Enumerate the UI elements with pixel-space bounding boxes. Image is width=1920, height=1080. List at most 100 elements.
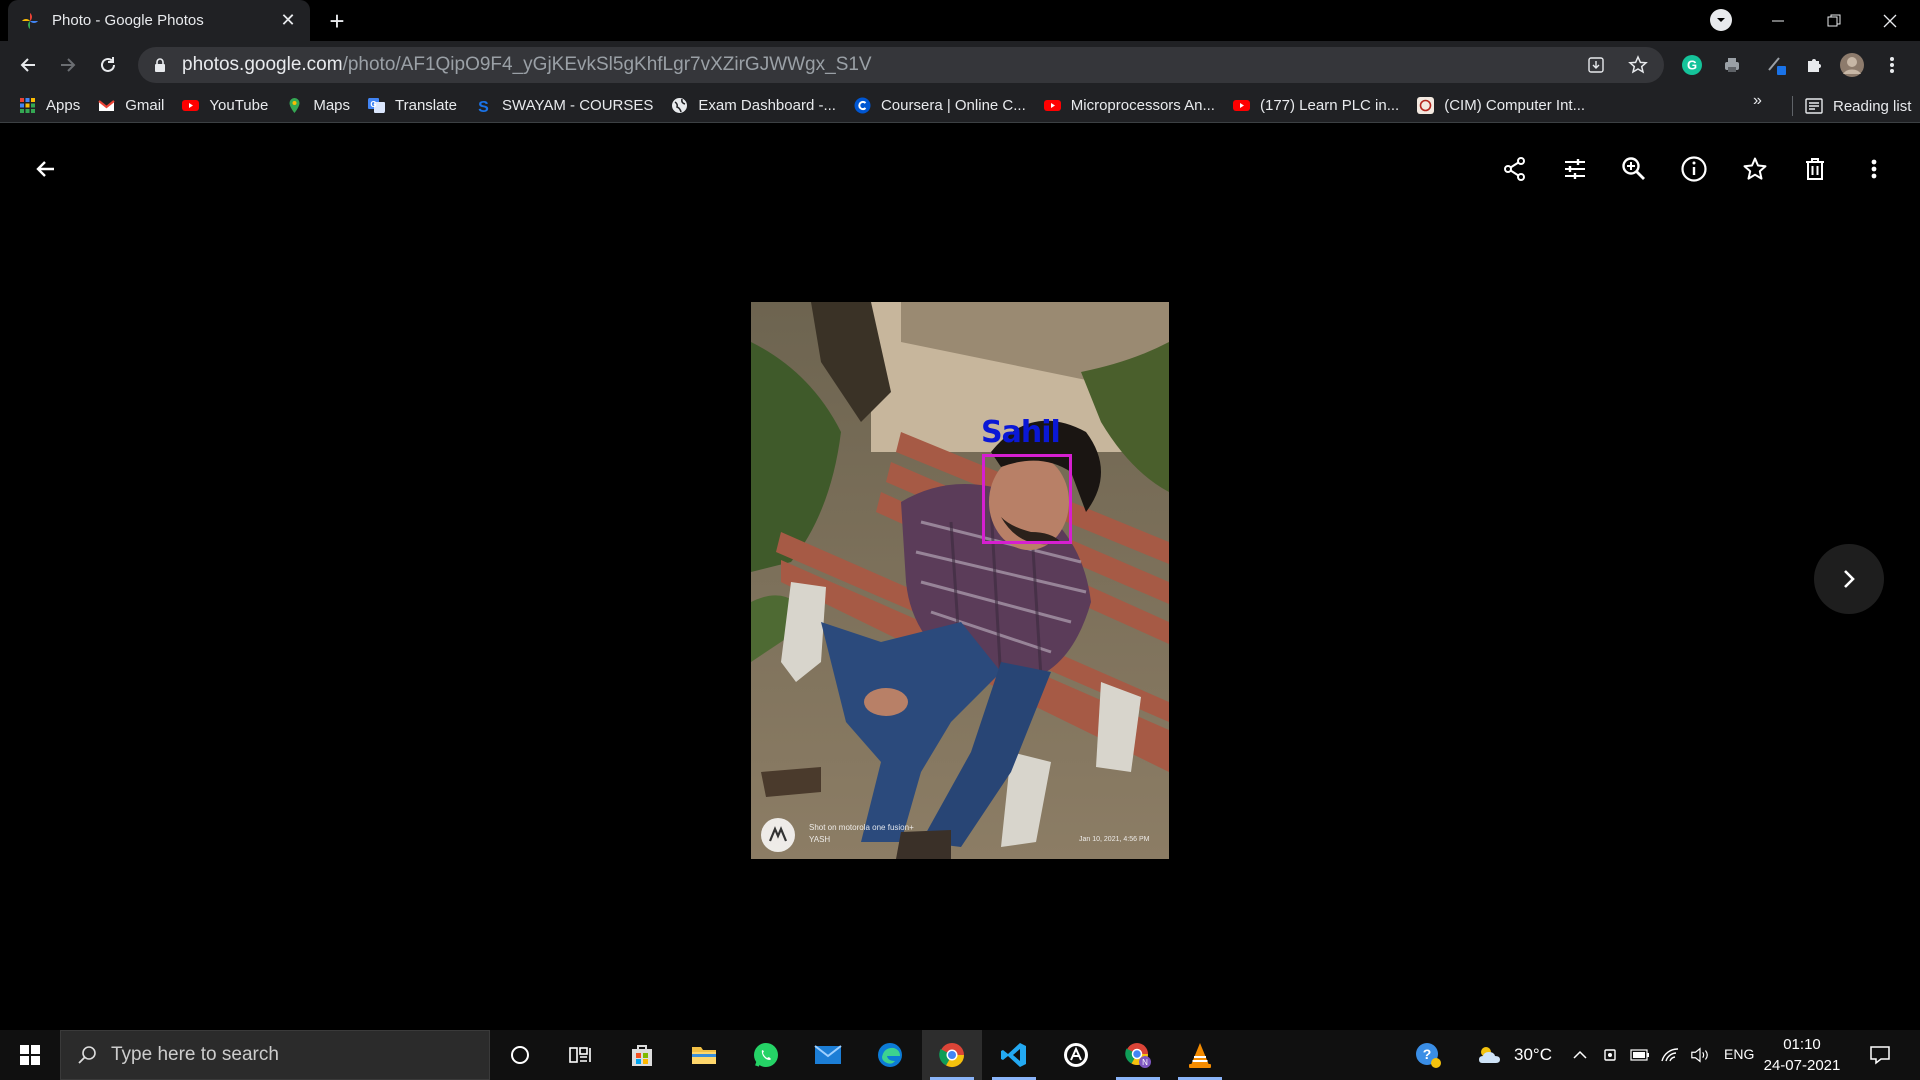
task-view-icon[interactable] — [550, 1030, 610, 1080]
notifications-icon[interactable] — [1868, 1045, 1892, 1065]
store-icon[interactable] — [612, 1030, 672, 1080]
bookmark-exam-dashboard[interactable]: Exam Dashboard -... — [662, 92, 845, 120]
bookmark-microprocessors[interactable]: Microprocessors An... — [1035, 92, 1224, 120]
extensions-puzzle-icon[interactable] — [1798, 49, 1830, 81]
maps-icon — [289, 98, 300, 113]
bookmark-translate[interactable]: G Translate — [359, 92, 466, 120]
bookmark-label: SWAYAM - COURSES — [502, 97, 654, 114]
next-photo-button[interactable] — [1814, 544, 1884, 614]
bookmark-youtube[interactable]: YouTube — [173, 92, 277, 120]
volume-icon[interactable] — [1690, 1045, 1710, 1065]
bookmark-maps[interactable]: Maps — [277, 92, 359, 120]
profile-avatar[interactable] — [1836, 49, 1868, 81]
reading-list-button[interactable]: Reading list — [1792, 92, 1911, 120]
tab-close-icon[interactable]: ✕ — [278, 10, 298, 31]
tab-search-icon[interactable] — [1710, 9, 1732, 31]
chrome-icon[interactable] — [922, 1030, 982, 1080]
svg-text:?: ? — [1423, 1046, 1432, 1062]
apps-grid-icon — [20, 98, 35, 113]
extension-print-icon[interactable] — [1716, 49, 1748, 81]
weather-temperature[interactable]: 30°C — [1514, 1045, 1552, 1065]
tab-strip: Photo - Google Photos ✕ + — [0, 0, 1920, 41]
grammarly-extension-icon[interactable]: G — [1676, 49, 1708, 81]
photo-image[interactable]: Sahil Shot on motorola one fusion+ YASH … — [751, 302, 1169, 859]
help-icon[interactable]: ? — [1414, 1041, 1442, 1069]
forward-arrow-icon[interactable] — [52, 49, 84, 81]
reload-icon[interactable] — [92, 49, 124, 81]
bookmark-learn-plc[interactable]: (177) Learn PLC in... — [1224, 92, 1408, 120]
bookmark-star-icon[interactable] — [1628, 55, 1648, 75]
bookmark-apps[interactable]: Apps — [10, 92, 89, 120]
swayam-icon: S — [478, 99, 489, 114]
battery-icon[interactable] — [1630, 1045, 1650, 1065]
face-detection-box — [982, 454, 1072, 544]
vlc-icon[interactable] — [1170, 1030, 1230, 1080]
browser-tab[interactable]: Photo - Google Photos ✕ — [8, 0, 310, 41]
mail-icon[interactable] — [798, 1030, 858, 1080]
youtube-icon — [1232, 100, 1250, 111]
language-indicator[interactable]: ENG — [1724, 1046, 1754, 1062]
cortana-icon[interactable] — [490, 1030, 550, 1080]
minimize-icon[interactable] — [1750, 0, 1806, 41]
url-path: /photo/AF1QipO9F4_yGjKEvkSl5gKhfLgr7vXZi… — [342, 54, 872, 75]
new-tab-button[interactable]: + — [322, 6, 352, 36]
svg-text:G: G — [1687, 58, 1697, 73]
chevron-up-icon[interactable] — [1570, 1045, 1590, 1065]
weather-cloud-icon[interactable] — [1476, 1042, 1504, 1068]
address-bar[interactable]: photos.google.com/photo/AF1QipO9F4_yGjKE… — [138, 47, 1664, 83]
bookmark-coursera[interactable]: Coursera | Online C... — [845, 92, 1035, 120]
zoom-icon[interactable] — [1616, 151, 1652, 187]
back-arrow-icon[interactable] — [12, 49, 44, 81]
svg-text:G: G — [370, 100, 376, 109]
search-placeholder: Type here to search — [111, 1044, 279, 1065]
youtube-icon — [182, 100, 200, 111]
watermark-line2: YASH — [809, 835, 831, 844]
vscode-icon[interactable] — [984, 1030, 1044, 1080]
meet-now-icon[interactable] — [1601, 1045, 1621, 1065]
edit-adjust-icon[interactable] — [1557, 151, 1593, 187]
bookmark-cim[interactable]: (CIM) Computer Int... — [1408, 92, 1594, 120]
bookmark-label: (177) Learn PLC in... — [1259, 97, 1400, 114]
viewer-back-arrow-icon[interactable] — [28, 151, 64, 187]
bookmark-gmail[interactable]: Gmail — [89, 92, 173, 120]
bookmarks-overflow-icon[interactable]: » — [1753, 92, 1762, 110]
favorite-star-icon[interactable] — [1737, 151, 1773, 187]
delete-icon[interactable] — [1797, 151, 1833, 187]
info-icon[interactable] — [1676, 151, 1712, 187]
install-app-icon[interactable] — [1586, 55, 1606, 75]
share-icon[interactable] — [1497, 151, 1533, 187]
wifi-icon[interactable] — [1660, 1045, 1680, 1065]
url-text[interactable]: photos.google.com/photo/AF1QipO9F4_yGjKE… — [182, 54, 872, 76]
clock[interactable]: 01:10 24-07-2021 — [1756, 1034, 1848, 1076]
restore-icon[interactable] — [1806, 0, 1862, 41]
camera-watermark: Shot on motorola one fusion+ YASH — [809, 822, 914, 846]
bookmark-label: (CIM) Computer Int... — [1444, 97, 1586, 114]
reading-list-icon — [1805, 98, 1823, 114]
browser-toolbar: photos.google.com/photo/AF1QipO9F4_yGjKE… — [0, 41, 1920, 89]
bookmark-label: Maps — [313, 97, 351, 114]
google-photos-favicon-icon — [22, 12, 38, 29]
chrome-profile-icon[interactable]: N — [1108, 1030, 1168, 1080]
file-explorer-icon[interactable] — [674, 1030, 734, 1080]
more-options-icon[interactable] — [1856, 151, 1892, 187]
svg-text:S: S — [478, 99, 489, 114]
taskbar-search-box[interactable]: Type here to search — [60, 1030, 490, 1080]
windows-taskbar: Type here to search N ? 30°C ENG 01:10 2… — [0, 1030, 1920, 1080]
photo-viewer: Sahil Shot on motorola one fusion+ YASH … — [0, 124, 1920, 1030]
clock-time: 01:10 — [1783, 1036, 1821, 1053]
app-icon[interactable] — [1046, 1030, 1106, 1080]
start-button[interactable] — [0, 1030, 60, 1080]
bookmark-swayam[interactable]: S SWAYAM - COURSES — [466, 92, 662, 120]
chevron-right-icon — [1844, 570, 1855, 588]
bookmarks-bar: Apps Gmail YouTube Maps G Translate S SW… — [0, 89, 1920, 123]
whatsapp-icon[interactable] — [736, 1030, 796, 1080]
reading-list-label: Reading list — [1833, 97, 1912, 115]
divider — [1792, 96, 1793, 116]
face-label: Sahil — [981, 415, 1061, 450]
close-window-icon[interactable] — [1862, 0, 1918, 41]
lock-icon[interactable] — [152, 57, 168, 73]
bookmark-label: Microprocessors An... — [1070, 97, 1215, 114]
extension-pen-icon[interactable] — [1760, 49, 1792, 81]
edge-icon[interactable] — [860, 1030, 920, 1080]
chrome-menu-icon[interactable] — [1876, 49, 1908, 81]
